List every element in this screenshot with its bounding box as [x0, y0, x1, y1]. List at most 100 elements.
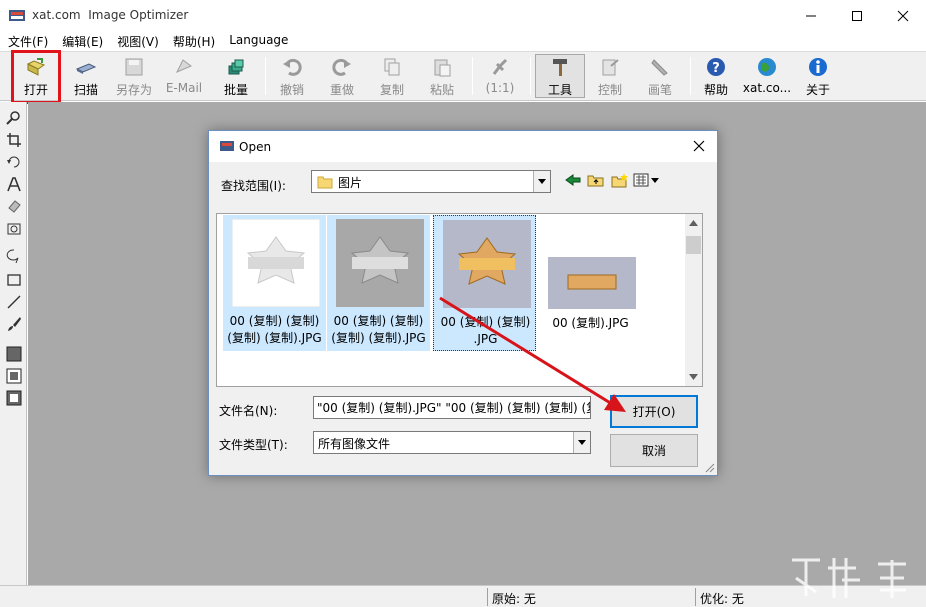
minimize-button[interactable] — [788, 0, 834, 31]
filename-input[interactable]: "00 (复制) (复制).JPG" "00 (复制) (复制) (复制) (复 — [313, 396, 591, 419]
brush-icon — [651, 59, 668, 76]
control-button[interactable]: 控制 — [588, 54, 632, 98]
globe-icon — [758, 58, 776, 76]
copy-button[interactable]: 复制 — [370, 54, 414, 98]
redo-label: 重做 — [329, 83, 354, 97]
filetype-dropdown-arrow[interactable] — [573, 432, 590, 453]
rotate-tool-icon[interactable] — [6, 154, 22, 170]
file-item[interactable]: 00 (复制) (复制) (复制) (复制).JPG — [223, 215, 326, 351]
zoom-button[interactable]: (1:1) — [478, 54, 522, 98]
scan-button[interactable]: 扫描 — [64, 54, 108, 98]
resize-grip-icon[interactable] — [703, 461, 715, 473]
new-folder-icon[interactable] — [611, 172, 629, 188]
stamp-tool-icon[interactable] — [6, 220, 22, 236]
open-highlight-box — [11, 50, 61, 104]
up-folder-icon[interactable] — [587, 172, 605, 188]
filename-label: 文件名(N): — [219, 404, 278, 418]
control-label: 控制 — [597, 83, 622, 97]
back-arrow-icon[interactable] — [564, 172, 582, 188]
view-menu-icon[interactable] — [633, 172, 661, 188]
xat-label: xat.co... — [742, 81, 792, 95]
undo-icon — [283, 58, 302, 76]
text-tool-icon[interactable] — [6, 176, 22, 192]
look-in-label: 查找范围(I): — [221, 179, 286, 193]
file-list[interactable]: 00 (复制) (复制) (复制) (复制).JPG 00 (复制) (复制) … — [216, 213, 703, 387]
scroll-down-icon[interactable] — [689, 374, 698, 380]
lasso-tool-icon[interactable] — [6, 248, 22, 264]
brush-button[interactable]: 画笔 — [638, 54, 682, 98]
scroll-up-icon[interactable] — [689, 220, 698, 226]
paste-icon — [434, 59, 451, 77]
outline-mode-tool-icon[interactable] — [6, 390, 22, 406]
file-item[interactable]: 00 (复制) (复制) (复制) (复制).JPG — [327, 215, 430, 351]
file-name: 00 (复制) (复制) (复制) (复制).JPG — [227, 314, 322, 345]
look-in-combo[interactable]: 图片 — [311, 170, 551, 193]
file-item[interactable]: 00 (复制) (复制) .JPG — [433, 215, 536, 351]
menu-file[interactable]: 文件(F) — [0, 31, 48, 51]
zoom-icon — [492, 58, 508, 75]
xat-button[interactable]: xat.co... — [742, 54, 792, 98]
menu-bar: 文件(F) 编辑(E) 视图(V) 帮助(H) Language — [0, 31, 926, 51]
scan-label: 扫描 — [73, 83, 98, 97]
menu-edit[interactable]: 编辑(E) — [48, 31, 103, 51]
brush-label: 画笔 — [647, 83, 672, 97]
line-tool-icon[interactable] — [6, 294, 22, 310]
minimize-icon — [806, 15, 816, 16]
toolbar-separator — [690, 57, 691, 95]
filetype-combo[interactable]: 所有图像文件 — [313, 431, 591, 454]
redo-button[interactable]: 重做 — [320, 54, 364, 98]
file-thumbnail — [232, 219, 320, 307]
look-in-dropdown-arrow[interactable] — [533, 171, 550, 192]
menu-help[interactable]: 帮助(H) — [159, 31, 215, 51]
brush-tool-icon[interactable] — [6, 316, 22, 332]
chevron-down-icon — [578, 440, 586, 445]
scan-icon — [75, 63, 97, 74]
copy-icon — [384, 58, 400, 76]
batch-icon — [228, 59, 244, 75]
about-button[interactable]: 关于 — [796, 54, 840, 98]
file-name: 00 (复制) (复制) .JPG — [440, 315, 531, 346]
rectangle-tool-icon[interactable] — [6, 272, 22, 288]
paste-button[interactable]: 粘贴 — [420, 54, 464, 98]
copy-label: 复制 — [379, 83, 404, 97]
menu-view[interactable]: 视图(V) — [103, 31, 159, 51]
close-button[interactable] — [880, 0, 926, 31]
zoom-tool-icon[interactable] — [6, 110, 22, 126]
redo-icon — [332, 58, 351, 76]
file-list-scrollbar[interactable] — [685, 214, 702, 386]
undo-label: 撤销 — [279, 83, 304, 97]
dialog-app-icon — [220, 141, 234, 151]
batch-label: 批量 — [223, 83, 248, 97]
watermark-logo — [792, 558, 906, 598]
file-thumbnail — [548, 257, 636, 309]
batch-button[interactable]: 批量 — [214, 54, 258, 98]
status-original: 原始: 无 — [487, 588, 695, 606]
control-icon — [602, 59, 619, 76]
dialog-close-icon[interactable] — [693, 140, 705, 152]
fill-rect-tool-icon[interactable] — [6, 346, 22, 362]
menu-language[interactable]: Language — [215, 31, 288, 51]
file-item[interactable]: 00 (复制).JPG — [539, 215, 642, 351]
fill-mode-tool-icon[interactable] — [6, 368, 22, 384]
save-as-button[interactable]: 另存为 — [112, 54, 156, 98]
maximize-button[interactable] — [834, 0, 880, 31]
undo-button[interactable]: 撤销 — [270, 54, 314, 98]
file-name: 00 (复制).JPG — [552, 316, 629, 330]
tools-button[interactable]: 工具 — [538, 54, 582, 98]
help-label: 帮助 — [703, 83, 728, 97]
cancel-button[interactable]: 取消 — [610, 434, 698, 467]
help-button[interactable]: ? 帮助 — [694, 54, 738, 98]
filetype-value: 所有图像文件 — [318, 437, 391, 451]
app-icon — [9, 10, 25, 21]
chevron-down-icon — [538, 179, 546, 184]
left-tool-panel — [0, 102, 27, 585]
email-button[interactable]: E-Mail — [162, 54, 206, 98]
file-thumbnail — [336, 219, 424, 307]
scrollbar-thumb[interactable] — [686, 236, 701, 254]
eraser-tool-icon[interactable] — [6, 198, 22, 214]
filetype-label: 文件类型(T): — [219, 438, 288, 452]
dialog-title: Open — [239, 140, 272, 154]
svg-text:?: ? — [712, 61, 720, 76]
crop-tool-icon[interactable] — [6, 132, 22, 148]
open-confirm-button[interactable]: 打开(O) — [610, 395, 698, 428]
